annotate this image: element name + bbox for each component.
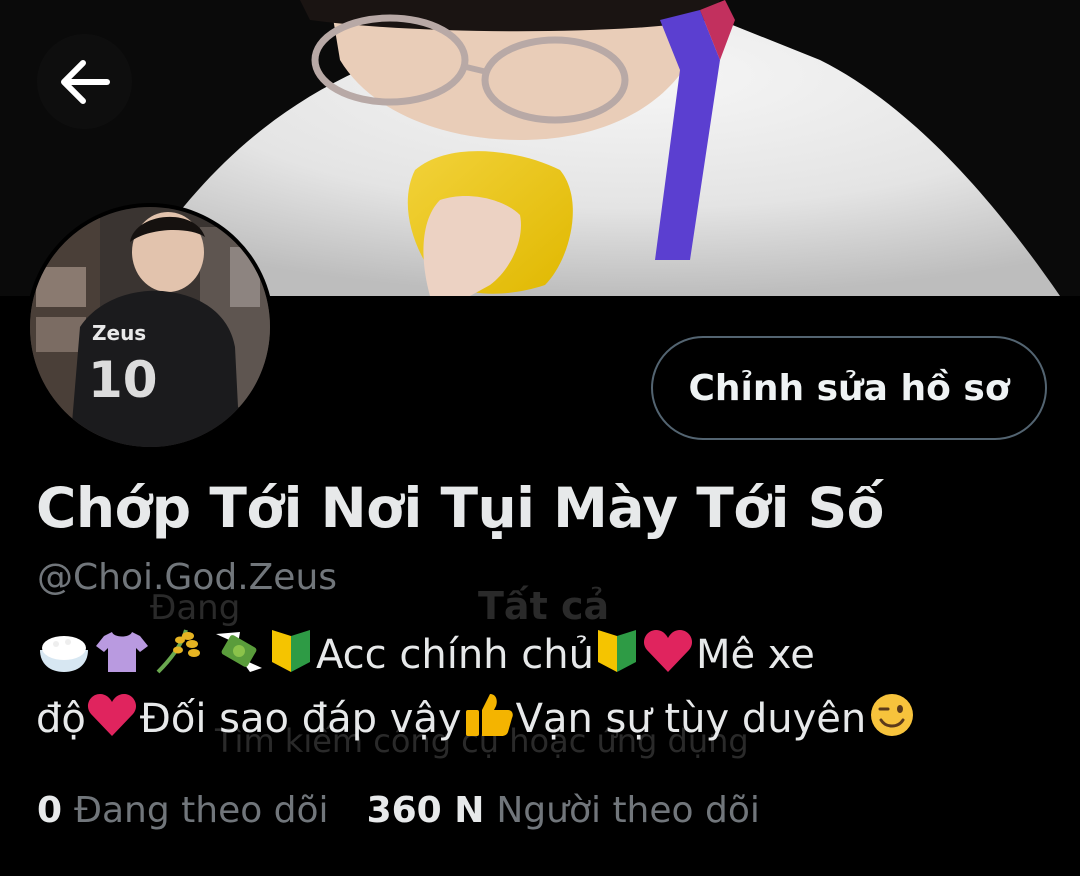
followers-stat[interactable]: 360 N Người theo dõi xyxy=(367,790,760,831)
t-shirt-icon xyxy=(94,628,150,690)
profile-page: Zeus 10 Chỉnh sửa hồ sơ Đang Tất cả Tìm … xyxy=(0,0,1080,876)
user-handle: @Choi.God.Zeus xyxy=(37,557,338,598)
bio-text-5: Vạn sự tùy duyên xyxy=(515,696,867,742)
bio-text-2: Mê xe xyxy=(695,632,815,678)
red-heart-icon xyxy=(642,628,694,690)
arrow-left-icon xyxy=(60,59,110,104)
avatar[interactable]: Zeus 10 xyxy=(26,203,274,451)
following-stat[interactable]: 0 Đang theo dõi xyxy=(37,790,329,831)
rice-sheaf-icon xyxy=(152,628,208,690)
avatar-jersey-number: 10 xyxy=(88,351,158,409)
profile-bio: Acc chính chủ Mê xe độ Đối sao đáp vậy Vạ… xyxy=(36,626,1046,754)
thumbs-up-icon xyxy=(462,692,514,754)
back-button[interactable] xyxy=(37,34,132,129)
money-with-wings-icon xyxy=(210,628,266,690)
edit-profile-button[interactable]: Chỉnh sửa hồ sơ xyxy=(651,336,1047,440)
winking-face-icon xyxy=(866,692,918,754)
bio-text-4: Đối sao đáp vậy xyxy=(139,696,462,742)
ghost-text-2: Tất cả xyxy=(478,584,610,628)
avatar-photo: Zeus 10 xyxy=(30,207,270,447)
bio-text-1: Acc chính chủ xyxy=(316,632,594,678)
beginner-symbol-icon-2 xyxy=(594,628,640,690)
red-heart-icon-2 xyxy=(86,692,138,754)
avatar-jersey-name: Zeus xyxy=(92,321,146,345)
beginner-symbol-icon xyxy=(268,628,314,690)
followers-label: Người theo dõi xyxy=(496,790,760,831)
rice-bowl-icon xyxy=(36,628,92,690)
followers-count: 360 N xyxy=(366,790,485,831)
profile-stats: 0 Đang theo dõi 360 N Người theo dõi xyxy=(37,790,760,831)
display-name: Chớp Tới Nơi Tụi Mày Tới Số xyxy=(36,476,884,540)
bio-text-3: độ xyxy=(36,696,86,742)
following-count: 0 xyxy=(37,790,63,831)
following-label: Đang theo dõi xyxy=(74,790,329,831)
